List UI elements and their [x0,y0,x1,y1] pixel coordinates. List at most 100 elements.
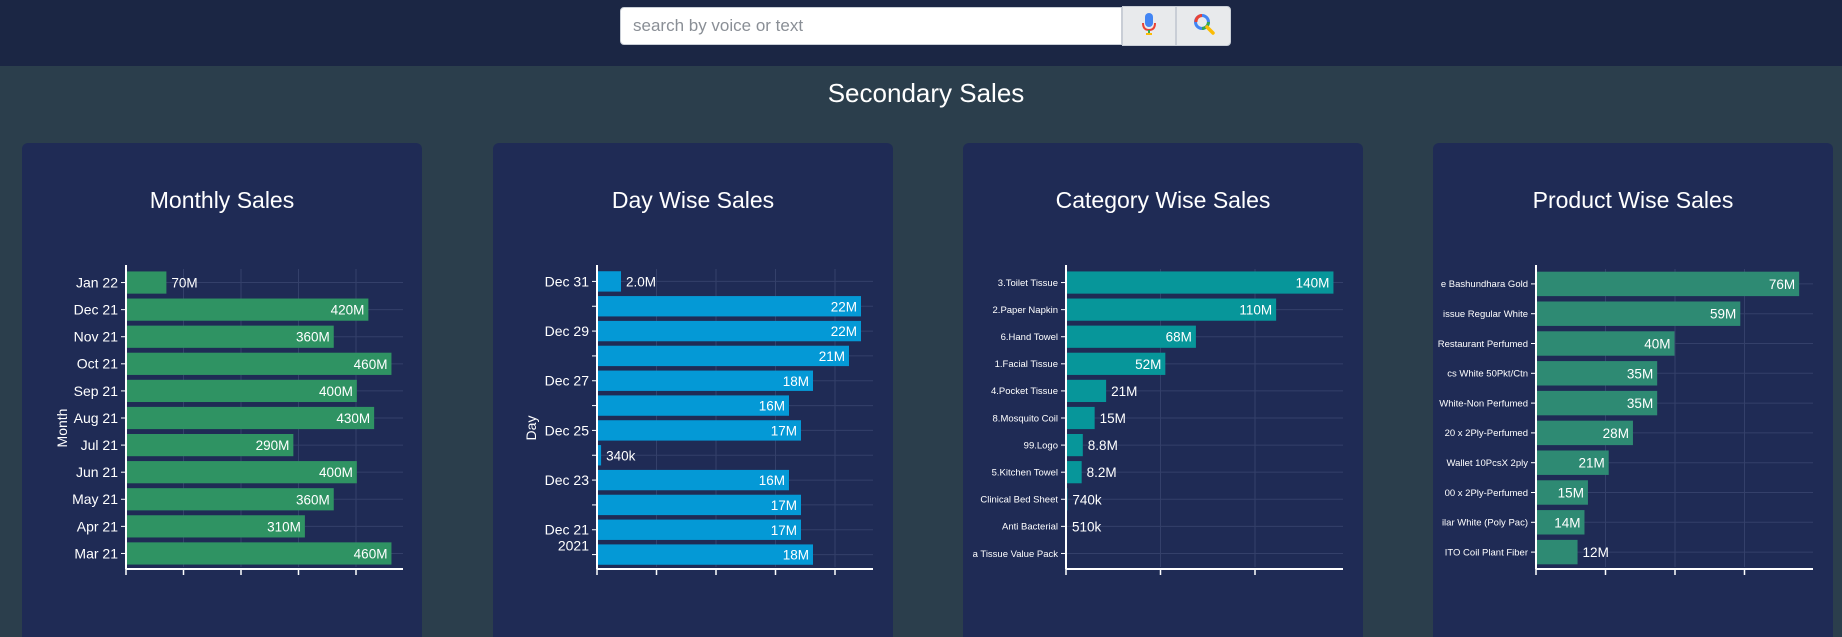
bar[interactable] [1066,271,1334,294]
bar[interactable] [1066,406,1095,430]
bar[interactable] [597,544,813,565]
tick-label: Dec 25 [545,422,590,438]
bar[interactable] [1066,379,1107,403]
bar[interactable] [1536,271,1800,297]
data-label: 110M [1239,303,1272,318]
data-label: 40M [1644,337,1670,352]
data-label: 18M [783,374,809,389]
tick-label: issue Regular White [1443,309,1528,320]
tick-label: Mar 21 [74,545,118,561]
tick-label: Oct 21 [77,356,118,372]
monthly-sales-chart: 70M Jan 22 420M Dec 21 360M Nov 21 460M Oct 21 4… [54,265,403,575]
data-label: 16M [759,399,785,414]
data-label: 28M [1603,426,1629,441]
data-label: 340k [606,448,636,463]
data-label: 460M [354,546,388,561]
tick-label: Aug 21 [74,410,119,426]
bar[interactable] [126,352,392,375]
search-icon [1192,12,1216,41]
tick-label: Dec 31 [545,273,590,289]
bar[interactable] [597,320,861,342]
tick-label: Jan 22 [76,274,118,290]
data-label: 21M [1578,456,1604,471]
tick-label: Restaurant Perfumed [1438,339,1528,350]
tick-label: a Tissue Value Pack [973,549,1059,560]
data-label: 15M [1100,411,1126,426]
data-label: 12M [1583,545,1609,560]
search-input[interactable] [620,7,1122,45]
data-label: 400M [319,465,353,480]
bar[interactable] [126,271,167,294]
tick-label: 8.Mosquito Coil [993,413,1058,424]
tick-label: 20 x 2Ply-Perfumed [1445,428,1528,439]
data-label: 140M [1296,276,1330,291]
tick-label: Dec 21 [74,302,119,318]
bar[interactable] [597,271,621,292]
tick-label: White-Non Perfumed [1439,398,1528,409]
data-label: 8.8M [1088,438,1118,453]
data-label: 59M [1710,307,1736,322]
data-label: 22M [831,299,857,314]
bar[interactable] [597,345,849,367]
data-label: 35M [1627,366,1653,381]
microphone-icon [1142,12,1156,41]
data-label: 400M [319,384,353,399]
data-label: 310M [267,519,301,534]
voice-search-button[interactable] [1122,6,1176,46]
data-label: 21M [819,349,845,364]
monthly-sales-card: Monthly Sales 70M Jan 22 420M Dec 21 360M Nov… [22,143,422,637]
category-wise-sales-card: Category Wise Sales 140M 3.Toilet Tissue 1… [963,143,1363,637]
top-bar [0,0,1842,66]
tick-label: May 21 [72,491,118,507]
bar[interactable] [1066,433,1083,457]
page-title: Secondary Sales [827,78,1025,108]
day-wise-sales-chart: 2.0M Dec 31 22M 22M Dec 29 21M 18M Dec 27 16M 17M… [523,265,873,575]
tick-label: Dec 27 [545,373,590,389]
data-label: 15M [1558,486,1584,501]
bar[interactable] [597,370,813,391]
y-axis-label: Month [54,409,70,448]
product-wise-sales-card: Product Wise Sales 76M e Bashundhara Gold… [1433,143,1833,637]
tick-label: Clinical Bed Sheet [980,495,1058,506]
tick-label: cs White 50Pkt/Ctn [1447,369,1528,380]
tick-label: 3.Toilet Tissue [998,278,1058,289]
search-button[interactable] [1176,6,1231,46]
tick-label: Jun 21 [76,464,118,480]
data-label: 2.0M [626,274,656,289]
data-label: 70M [171,276,197,291]
tick-label: Dec 29 [545,323,590,339]
tick-label: Dec 21 2021 [545,522,590,554]
tick-label: ITO Coil Plant Fiber [1445,547,1528,558]
data-label: 52M [1135,357,1161,372]
data-label: 17M [771,423,797,438]
tick-label: Nov 21 [74,329,119,345]
tick-label: Dec 23 [545,472,590,488]
data-label: 290M [256,438,290,453]
tick-label: 5.Kitchen Towel [992,468,1058,479]
tick-label: 4.Pocket Tissue [991,386,1058,397]
day-wise-sales-card: Day Wise Sales 2.0M Dec 31 22M 22M Dec 29 21M… [493,143,893,637]
data-label: 8.2M [1087,465,1117,480]
tick-label: 2.Paper Napkin [993,305,1058,316]
data-label: 460M [354,357,388,372]
tick-label: Anti Bacterial [1002,522,1058,533]
data-label: 510k [1072,519,1102,534]
tick-label: e Bashundhara Gold [1441,279,1528,290]
search-bar [620,6,1231,47]
product-wise-sales-chart: 76M e Bashundhara Gold 59M issue Regular Wh… [1438,265,1813,575]
tick-label: Apr 21 [77,518,118,534]
y-axis-label: Day [523,416,539,441]
tick-label: ilar White (Poly Pac) [1442,518,1528,529]
bar[interactable] [1536,539,1578,565]
bar[interactable] [126,542,392,565]
category-wise-sales-chart: 140M 3.Toilet Tissue 110M 2.Paper Napkin 68M… [973,265,1343,575]
data-label: 68M [1166,330,1192,345]
tick-label: 99.Logo [1024,440,1058,451]
data-label: 360M [296,330,330,345]
data-label: 17M [771,498,797,513]
data-label: 430M [336,411,370,426]
bar[interactable] [597,296,861,317]
bar[interactable] [1066,461,1082,484]
tick-label: Wallet 10PcsX 2ply [1447,458,1529,469]
data-label: 360M [296,492,330,507]
